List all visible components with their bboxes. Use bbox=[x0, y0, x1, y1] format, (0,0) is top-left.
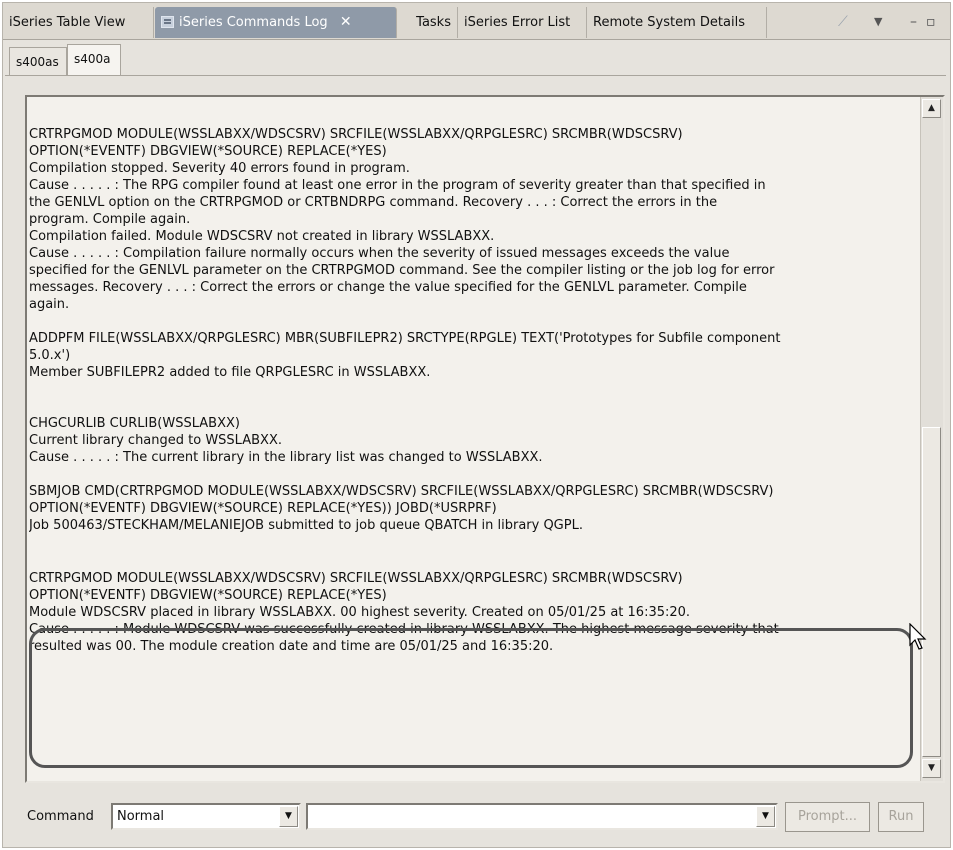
tab-iseries-error-list[interactable]: iSeries Error List bbox=[458, 7, 587, 38]
chevron-down-icon[interactable]: ▼ bbox=[756, 806, 775, 827]
tab-label: s400a bbox=[74, 52, 111, 66]
log-line: Compilation stopped. Severity 40 errors … bbox=[29, 161, 410, 176]
chevron-down-icon[interactable]: ▼ bbox=[279, 806, 298, 827]
tab-label: iSeries Commands Log bbox=[179, 15, 328, 30]
command-mode-value: Normal bbox=[117, 809, 165, 824]
tab-tasks[interactable]: Tasks bbox=[404, 7, 458, 38]
tab-remote-system-details[interactable]: Remote System Details bbox=[587, 7, 767, 38]
log-line: Member SUBFILEPR2 added to file QRPGLESR… bbox=[29, 365, 431, 380]
command-bar: Command Normal ▼ ▼ Prompt... Run bbox=[3, 799, 950, 835]
run-button[interactable]: Run bbox=[878, 802, 924, 832]
log-line: Compilation failed. Module WDSCSRV not c… bbox=[29, 229, 495, 244]
log-line: Module WDSCSRV placed in library WSSLABX… bbox=[29, 605, 691, 620]
log-entry-chgcurlib: CHGCURLIB CURLIB(WSSLABXX) Current libra… bbox=[29, 398, 917, 466]
mouse-pointer-icon bbox=[909, 623, 927, 650]
log-line: resulted was 00. The module creation dat… bbox=[29, 639, 554, 654]
log-line: the GENLVL option on the CRTRPGMOD or CR… bbox=[29, 195, 718, 210]
log-entry-crtrpgmod-failed: CRTRPGMOD MODULE(WSSLABXX/WDSCSRV) SRCFI… bbox=[29, 126, 917, 313]
log-line: CRTRPGMOD MODULE(WSSLABXX/WDSCSRV) SRCFI… bbox=[29, 571, 683, 586]
log-line: 5.0.x') bbox=[29, 348, 71, 363]
tab-iseries-table-view[interactable]: iSeries Table View bbox=[3, 7, 154, 38]
log-entry-crtrpgmod-success: CRTRPGMOD MODULE(WSSLABXX/WDSCSRV) SRCFI… bbox=[29, 570, 917, 655]
prompt-button[interactable]: Prompt... bbox=[785, 802, 870, 832]
scrollbar-thumb[interactable] bbox=[922, 427, 941, 757]
command-log-panel[interactable]: CRTRPGMOD MODULE(WSSLABXX/WDSCSRV) SRCFI… bbox=[25, 95, 945, 783]
log-line bbox=[29, 398, 917, 415]
tab-label: Remote System Details bbox=[593, 15, 745, 30]
tab-s400a[interactable]: s400a bbox=[67, 44, 121, 75]
view-toolbar: ⟋ ▼ – ▫ bbox=[824, 9, 944, 35]
tab-label: iSeries Table View bbox=[9, 15, 126, 30]
log-line: OPTION(*EVENTF) DBGVIEW(*SOURCE) REPLACE… bbox=[29, 144, 387, 159]
view-tab-bar: iSeries Table View iSeries Commands Log … bbox=[3, 3, 950, 40]
minimize-icon[interactable]: – bbox=[910, 9, 917, 35]
commands-log-window: iSeries Table View iSeries Commands Log … bbox=[2, 2, 951, 848]
log-line: messages. Recovery . . . : Correct the e… bbox=[29, 280, 747, 295]
log-line: ADDPFM FILE(WSSLABXX/QRPGLESRC) MBR(SUBF… bbox=[29, 331, 781, 346]
view-menu-icon[interactable]: ▼ bbox=[874, 9, 882, 35]
log-line: again. bbox=[29, 297, 70, 312]
close-icon[interactable]: ✕ bbox=[340, 14, 352, 30]
vertical-scrollbar[interactable]: ▲ ▼ bbox=[920, 97, 943, 781]
scroll-up-icon[interactable]: ▲ bbox=[922, 99, 941, 118]
tab-label: Tasks bbox=[416, 15, 451, 30]
tab-iseries-commands-log[interactable]: iSeries Commands Log ✕ bbox=[155, 7, 397, 38]
log-line: Cause . . . . . : Module WDSCSRV was suc… bbox=[29, 622, 779, 637]
log-line: CRTRPGMOD MODULE(WSSLABXX/WDSCSRV) SRCFI… bbox=[29, 127, 683, 142]
tab-label: s400as bbox=[16, 55, 59, 69]
log-line: OPTION(*EVENTF) DBGVIEW(*SOURCE) REPLACE… bbox=[29, 501, 497, 516]
tab-divider bbox=[5, 75, 946, 76]
log-line: Cause . . . . . : The current library in… bbox=[29, 450, 543, 465]
log-line: Job 500463/STECKHAM/MELANIEJOB submitted… bbox=[29, 518, 583, 533]
clear-log-icon[interactable]: ⟋ bbox=[838, 9, 848, 35]
log-line: Current library changed to WSSLABXX. bbox=[29, 433, 282, 448]
log-text[interactable]: CRTRPGMOD MODULE(WSSLABXX/WDSCSRV) SRCFI… bbox=[29, 103, 917, 775]
commands-log-icon bbox=[161, 16, 174, 28]
maximize-icon[interactable]: ▫ bbox=[926, 9, 936, 35]
log-line: program. Compile again. bbox=[29, 212, 191, 227]
log-line: OPTION(*EVENTF) DBGVIEW(*SOURCE) REPLACE… bbox=[29, 588, 387, 603]
log-line: specified for the GENLVL parameter on th… bbox=[29, 263, 775, 278]
tab-label: iSeries Error List bbox=[464, 15, 571, 30]
command-input[interactable]: ▼ bbox=[306, 803, 778, 830]
log-line: SBMJOB CMD(CRTRPGMOD MODULE(WSSLABXX/WDS… bbox=[29, 484, 774, 499]
log-line: Cause . . . . . : Compilation failure no… bbox=[29, 246, 730, 261]
tab-s400as[interactable]: s400as bbox=[9, 47, 67, 75]
log-entry-sbmjob: SBMJOB CMD(CRTRPGMOD MODULE(WSSLABXX/WDS… bbox=[29, 483, 917, 534]
log-line: CHGCURLIB CURLIB(WSSLABXX) bbox=[29, 416, 240, 431]
log-entry-addpfm: ADDPFM FILE(WSSLABXX/QRPGLESRC) MBR(SUBF… bbox=[29, 330, 917, 381]
scroll-down-icon[interactable]: ▼ bbox=[922, 759, 941, 778]
command-mode-select[interactable]: Normal ▼ bbox=[111, 803, 301, 830]
command-label: Command bbox=[27, 809, 94, 824]
log-line: Cause . . . . . : The RPG compiler found… bbox=[29, 178, 766, 193]
